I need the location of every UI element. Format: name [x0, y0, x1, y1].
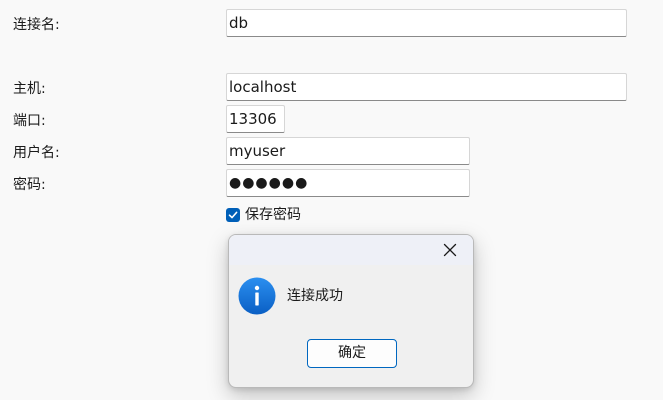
save-password-row[interactable]: 保存密码	[226, 206, 301, 224]
port-field[interactable]: 13306	[226, 105, 285, 133]
close-button[interactable]	[435, 238, 465, 262]
dialog-message: 连接成功	[287, 288, 343, 304]
message-dialog: 连接成功 确定	[228, 234, 474, 388]
username-field[interactable]: myuser	[226, 137, 470, 165]
connection-name-label: 连接名:	[13, 17, 60, 33]
password-label: 密码:	[13, 177, 46, 193]
save-password-checkbox[interactable]	[226, 208, 240, 222]
ok-button[interactable]: 确定	[307, 339, 397, 368]
info-icon	[238, 277, 276, 315]
port-label: 端口:	[13, 113, 46, 129]
host-label: 主机:	[13, 81, 46, 97]
checkmark-icon	[228, 211, 238, 219]
save-password-label: 保存密码	[245, 207, 301, 223]
connection-name-field[interactable]: db	[226, 9, 627, 37]
password-field[interactable]: ●●●●●●	[226, 169, 470, 197]
host-field[interactable]: localhost	[226, 73, 627, 101]
close-icon	[443, 243, 457, 257]
username-label: 用户名:	[13, 145, 60, 161]
